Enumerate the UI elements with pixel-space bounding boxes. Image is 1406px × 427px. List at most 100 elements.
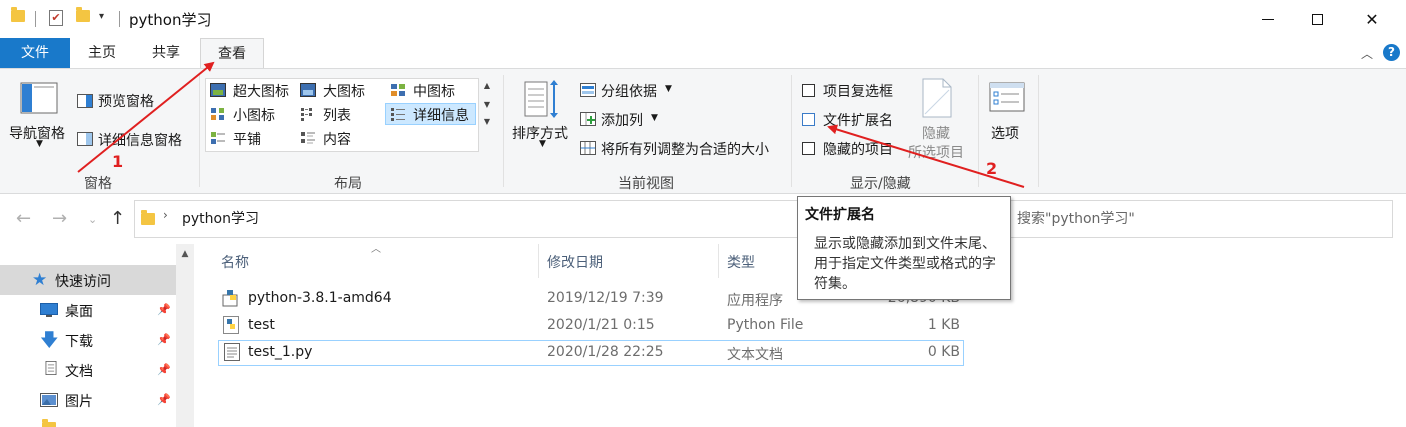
navigation-scrollbar[interactable]: ▲	[176, 244, 194, 427]
scroll-up-icon[interactable]: ▲	[176, 249, 194, 259]
column-header-date[interactable]: 修改日期	[547, 252, 603, 272]
column-divider[interactable]	[718, 244, 719, 278]
column-header-name[interactable]: 名称	[221, 252, 249, 272]
file-row[interactable]: test 2020/1/21 0:15 Python File 1 KB	[218, 313, 964, 339]
maximize-button[interactable]	[1294, 0, 1340, 38]
sort-ascending-icon: ︿	[371, 244, 381, 255]
title-bar: ✔ ▾ python学习 ✕	[0, 0, 1406, 38]
back-arrow-icon[interactable]: ←	[16, 208, 31, 229]
new-folder-icon[interactable]	[76, 7, 90, 22]
file-row[interactable]: test_1.py 2020/1/28 22:25 文本文档 0 KB	[218, 340, 964, 366]
properties-icon[interactable]: ✔	[49, 10, 63, 26]
recent-locations-icon[interactable]: ⌄	[88, 213, 97, 226]
nav-item-label: 文档	[65, 364, 93, 380]
column-header-type[interactable]: 类型	[727, 252, 755, 272]
breadcrumb-separator-icon[interactable]: ›	[163, 208, 168, 222]
column-divider[interactable]	[538, 244, 539, 278]
layout-details[interactable]: 详细信息	[413, 105, 469, 125]
close-button[interactable]: ✕	[1349, 0, 1395, 38]
nav-item-pictures[interactable]: 图片 📌	[0, 385, 176, 415]
nav-item-desktop[interactable]: 桌面 📌	[0, 295, 176, 325]
layout-gallery-scroll[interactable]: ▲ ▼ ▼	[478, 78, 495, 152]
pin-icon[interactable]: 📌	[157, 363, 171, 376]
expand-gallery-icon[interactable]: ▼	[479, 117, 495, 126]
list-icon	[301, 108, 312, 121]
details-pane-button[interactable]: 详细信息窗格	[98, 130, 182, 150]
layout-small-icons[interactable]: 小图标	[233, 105, 275, 125]
pin-icon[interactable]: 📌	[157, 303, 171, 316]
nav-item-label: 图片	[65, 394, 93, 410]
help-icon[interactable]: ?	[1383, 44, 1400, 61]
layout-extra-large-icons[interactable]: 超大图标	[233, 81, 289, 101]
chevron-down-icon: ▼	[36, 139, 43, 149]
tab-share[interactable]: 共享	[144, 38, 188, 68]
maximize-icon	[1311, 13, 1323, 25]
add-columns-icon	[580, 112, 596, 126]
nav-item-label: 快速访问	[55, 274, 111, 290]
nav-item-label: 下载	[65, 334, 93, 350]
tooltip-body: 显示或隐藏添加到文件末尾、用于指定文件类型或格式的字符集。	[814, 236, 996, 292]
file-size: 0 KB	[927, 344, 960, 360]
options-icon	[989, 82, 1025, 112]
tiles-icon	[211, 132, 225, 144]
group-divider	[503, 75, 504, 187]
folder-icon	[11, 7, 25, 22]
tab-file[interactable]: 文件	[0, 38, 70, 68]
folder-icon	[141, 210, 155, 225]
layout-medium-icons[interactable]: 中图标	[413, 81, 455, 101]
hide-selected-button[interactable]: 隐藏	[922, 123, 950, 143]
picture-icon	[40, 393, 58, 407]
annotation-number-1: 1	[112, 152, 124, 171]
large-icons-icon	[300, 83, 316, 97]
layout-content[interactable]: 内容	[323, 129, 351, 149]
file-date: 2020/1/28 22:25	[547, 344, 664, 360]
text-file-icon	[224, 343, 240, 361]
file-extensions-checkbox[interactable]	[802, 113, 815, 126]
current-view-group-label: 当前视图	[618, 176, 674, 192]
layout-large-icons[interactable]: 大图标	[323, 81, 365, 101]
nav-item-quick-access[interactable]: ★ 快速访问	[0, 265, 176, 295]
tab-view[interactable]: 查看	[200, 38, 264, 68]
navigation-pane: ★ 快速访问 桌面 📌 🡇 下载 📌 文档 📌 图片 📌	[0, 244, 196, 427]
file-name: test_1.py	[248, 344, 313, 360]
layout-list[interactable]: 列表	[323, 105, 351, 125]
desktop-icon	[40, 303, 58, 317]
breadcrumb-current[interactable]: python学习	[182, 208, 259, 228]
layout-group-label: 布局	[334, 176, 362, 192]
options-button[interactable]: 选项	[991, 123, 1019, 143]
file-extensions-label: 文件扩展名	[823, 113, 893, 129]
file-extensions-tooltip: 文件扩展名 显示或隐藏添加到文件末尾、用于指定文件类型或格式的字符集。	[797, 196, 1011, 300]
size-columns-icon	[580, 141, 596, 155]
close-icon: ✕	[1365, 9, 1379, 29]
collapse-ribbon-icon[interactable]: ︿	[1361, 45, 1373, 62]
file-type: Python File	[727, 317, 804, 333]
minimize-button[interactable]	[1245, 0, 1291, 38]
small-icons-icon	[211, 108, 224, 120]
preview-pane-icon	[77, 94, 93, 108]
nav-item-downloads[interactable]: 🡇 下载 📌	[0, 325, 176, 355]
star-icon: ★	[32, 270, 48, 290]
scroll-up-icon[interactable]: ▲	[479, 81, 495, 90]
up-arrow-icon[interactable]: ↑	[110, 208, 125, 229]
hidden-items-checkbox[interactable]	[802, 142, 815, 155]
hide-selected-button-line2: 所选项目	[908, 145, 964, 161]
folder-icon	[42, 419, 56, 427]
file-type: 文本文档	[727, 347, 783, 363]
item-checkboxes-checkbox[interactable]	[802, 84, 815, 97]
pin-icon[interactable]: 📌	[157, 393, 171, 406]
group-by-button[interactable]: 分组依据	[601, 81, 657, 101]
tab-home[interactable]: 主页	[80, 38, 124, 68]
forward-arrow-icon[interactable]: →	[52, 208, 67, 229]
file-date: 2020/1/21 0:15	[547, 317, 655, 333]
nav-item-documents[interactable]: 文档 📌	[0, 355, 176, 385]
content-icon	[301, 132, 315, 144]
scroll-down-icon[interactable]: ▼	[479, 100, 495, 109]
layout-tiles[interactable]: 平铺	[233, 129, 261, 149]
item-checkboxes-label: 项目复选框	[823, 84, 893, 100]
size-all-columns-button[interactable]: 将所有列调整为合适的大小	[601, 139, 769, 159]
add-columns-button[interactable]: 添加列	[601, 110, 643, 130]
customize-quick-access-icon[interactable]: ▾	[99, 11, 104, 22]
group-divider	[1038, 75, 1039, 187]
preview-pane-button[interactable]: 预览窗格	[98, 91, 154, 111]
pin-icon[interactable]: 📌	[157, 333, 171, 346]
